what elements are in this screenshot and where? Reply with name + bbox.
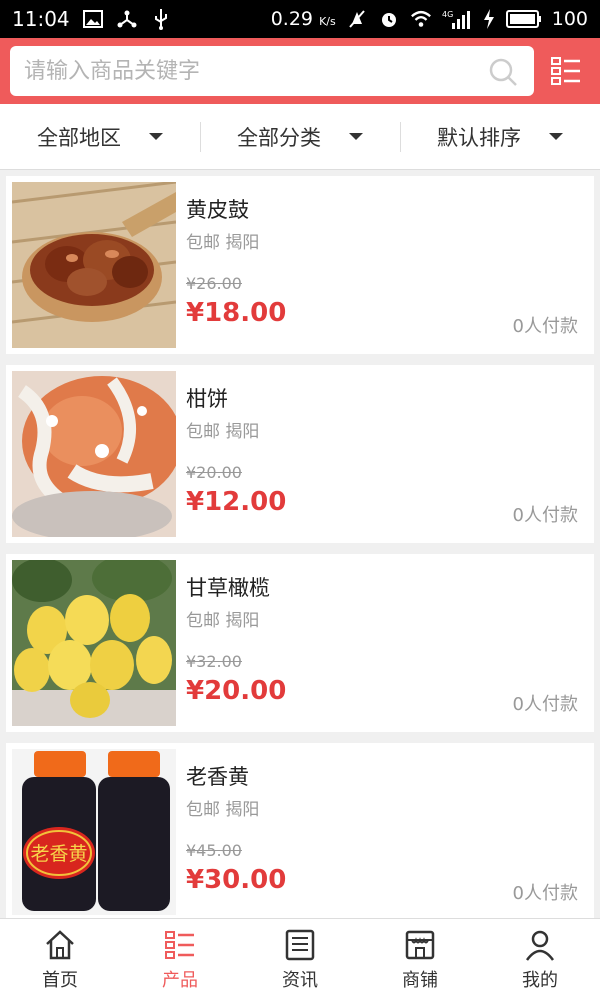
- list-icon: [165, 930, 194, 959]
- tab-shops-label: 商铺: [402, 969, 438, 991]
- caret-down-icon: [149, 133, 163, 140]
- signal-icon: 4G: [442, 8, 472, 30]
- user-icon: [525, 930, 555, 961]
- product-name: 甘草橄榄: [186, 576, 270, 600]
- filter-bar: 全部地区 全部分类 默认排序: [0, 104, 600, 170]
- filter-region-label: 全部地区: [37, 125, 121, 150]
- status-time: 11:04: [12, 7, 70, 31]
- product-paid-count: 0人付款: [512, 505, 578, 526]
- home-icon: [46, 929, 74, 959]
- product-price: ¥18.00: [186, 298, 287, 328]
- product-image: [12, 371, 176, 537]
- product-original-price: ¥26.00: [186, 274, 242, 293]
- product-image: [12, 182, 176, 348]
- product-tag: 包邮 揭阳: [186, 422, 260, 442]
- tab-home[interactable]: 首页: [0, 919, 120, 1000]
- product-tag: 包邮 揭阳: [186, 800, 260, 820]
- bottom-tab-bar: 首页 产品 资讯 商铺 我的: [0, 918, 600, 1000]
- product-original-price: ¥20.00: [186, 463, 242, 482]
- product-image: 老香黄: [12, 749, 176, 915]
- battery-level: 100: [551, 8, 588, 30]
- mute-icon: [346, 8, 368, 30]
- product-name: 黄皮鼓: [186, 198, 249, 222]
- tab-profile-label: 我的: [522, 969, 558, 991]
- news-icon: [285, 929, 315, 960]
- tab-products-label: 产品: [162, 969, 198, 991]
- tab-news-label: 资讯: [282, 969, 318, 991]
- category-list-icon: [551, 57, 580, 85]
- caret-down-icon: [349, 133, 363, 140]
- product-card[interactable]: 柑饼 包邮 揭阳 ¥20.00 ¥12.00 0人付款: [6, 365, 594, 543]
- tab-news[interactable]: 资讯: [240, 919, 360, 1000]
- product-name: 老香黄: [186, 765, 249, 789]
- product-paid-count: 0人付款: [512, 694, 578, 715]
- search-input[interactable]: [24, 58, 464, 84]
- tab-shops[interactable]: 商铺: [360, 919, 480, 1000]
- filter-category-label: 全部分类: [237, 125, 321, 150]
- category-menu-button[interactable]: [550, 55, 582, 87]
- product-paid-count: 0人付款: [512, 316, 578, 337]
- product-original-price: ¥45.00: [186, 841, 242, 860]
- product-tag: 包邮 揭阳: [186, 611, 260, 631]
- tab-products[interactable]: 产品: [120, 919, 240, 1000]
- filter-sort-label: 默认排序: [437, 125, 521, 150]
- share-icon: [116, 8, 138, 30]
- usb-icon: [150, 8, 172, 30]
- product-price: ¥12.00: [186, 487, 287, 517]
- product-name: 柑饼: [186, 387, 228, 411]
- filter-sort[interactable]: 默认排序: [400, 104, 600, 169]
- filter-category[interactable]: 全部分类: [200, 104, 400, 169]
- product-image: [12, 560, 176, 726]
- charging-icon: [482, 8, 496, 30]
- product-card[interactable]: 老香黄 老香黄 包邮 揭阳 ¥45.00 ¥30.00 0人付款: [6, 743, 594, 918]
- svg-text:老香黄: 老香黄: [30, 843, 87, 865]
- alarm-icon: [378, 8, 400, 30]
- product-price: ¥20.00: [186, 676, 287, 706]
- search-icon[interactable]: [488, 57, 518, 91]
- tab-home-label: 首页: [42, 969, 78, 991]
- svg-text:4G: 4G: [442, 10, 453, 19]
- product-paid-count: 0人付款: [512, 883, 578, 904]
- product-original-price: ¥32.00: [186, 652, 242, 671]
- image-icon: [82, 8, 104, 30]
- product-card[interactable]: 黄皮鼓 包邮 揭阳 ¥26.00 ¥18.00 0人付款: [6, 176, 594, 354]
- caret-down-icon: [549, 133, 563, 140]
- product-tag: 包邮 揭阳: [186, 233, 260, 253]
- header: [0, 38, 600, 104]
- product-list: 黄皮鼓 包邮 揭阳 ¥26.00 ¥18.00 0人付款 柑饼 包邮 揭阳 ¥2…: [0, 170, 600, 918]
- status-bar: 11:04 0.29 K/s 4G 100: [0, 0, 600, 38]
- filter-region[interactable]: 全部地区: [0, 104, 200, 169]
- network-speed: 0.29 K/s: [270, 8, 336, 30]
- tab-profile[interactable]: 我的: [480, 919, 600, 1000]
- search-box[interactable]: [10, 46, 534, 96]
- battery-icon: [505, 8, 542, 30]
- shop-icon: [405, 930, 435, 959]
- wifi-icon: [410, 8, 432, 30]
- product-card[interactable]: 甘草橄榄 包邮 揭阳 ¥32.00 ¥20.00 0人付款: [6, 554, 594, 732]
- product-price: ¥30.00: [186, 865, 287, 895]
